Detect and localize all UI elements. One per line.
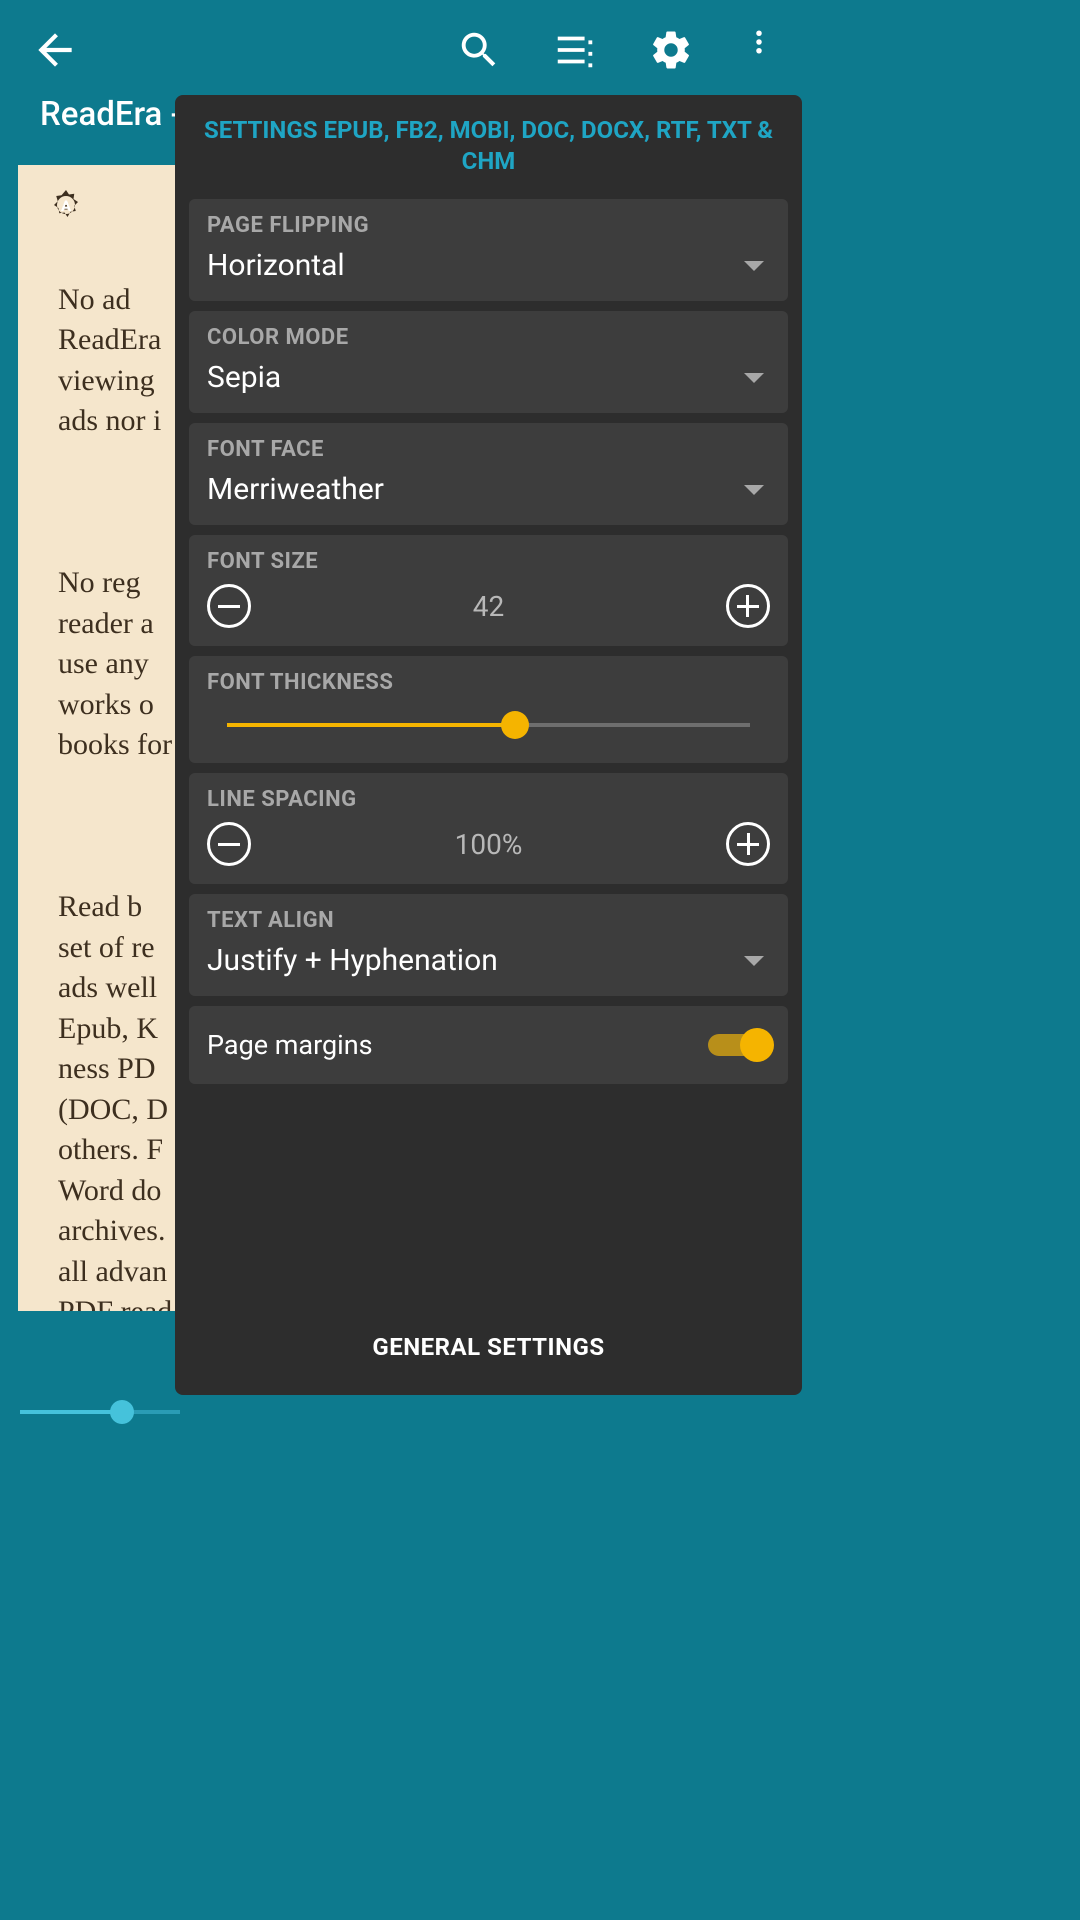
setting-label: TEXT ALIGN: [207, 908, 770, 933]
font-size-decrease[interactable]: [207, 584, 251, 628]
page-flipping-dropdown[interactable]: Horizontal: [207, 248, 770, 283]
dropdown-value: Merriweather: [207, 472, 384, 507]
setting-label: COLOR MODE: [207, 325, 770, 350]
settings-panel: SETTINGS EPUB, FB2, MOBI, DOC, DOCX, RTF…: [175, 95, 802, 1395]
dropdown-value: Justify + Hyphenation: [207, 943, 498, 978]
reading-progress[interactable]: [20, 1410, 180, 1414]
panel-title: SETTINGS EPUB, FB2, MOBI, DOC, DOCX, RTF…: [189, 115, 788, 177]
reader-paragraph: No reg reader a use any works o books fo…: [58, 566, 172, 761]
header-toolbar: [0, 0, 819, 100]
color-mode-row: COLOR MODE Sepia: [189, 311, 788, 413]
line-spacing-increase[interactable]: [726, 822, 770, 866]
gear-icon[interactable]: [648, 27, 694, 73]
line-spacing-decrease[interactable]: [207, 822, 251, 866]
text-align-dropdown[interactable]: Justify + Hyphenation: [207, 943, 770, 978]
line-spacing-row: LINE SPACING 100%: [189, 773, 788, 884]
page-flipping-row: PAGE FLIPPING Horizontal: [189, 199, 788, 301]
color-mode-dropdown[interactable]: Sepia: [207, 360, 770, 395]
font-size-increase[interactable]: [726, 584, 770, 628]
dropdown-value: Sepia: [207, 360, 281, 395]
back-icon[interactable]: [30, 25, 80, 75]
text-align-row: TEXT ALIGN Justify + Hyphenation: [189, 894, 788, 996]
chevron-down-icon: [744, 485, 764, 495]
page-margins-row: Page margins: [189, 1006, 788, 1084]
toc-icon[interactable]: [552, 27, 598, 73]
dropdown-value: Horizontal: [207, 248, 345, 283]
setting-label: LINE SPACING: [207, 787, 770, 812]
font-thickness-slider[interactable]: [227, 705, 750, 745]
font-thickness-row: FONT THICKNESS: [189, 656, 788, 763]
font-size-row: FONT SIZE 42: [189, 535, 788, 646]
search-icon[interactable]: [456, 27, 502, 73]
svg-text:A: A: [61, 197, 72, 215]
reader-paragraph: No ad ReadEra viewing ads nor i: [58, 283, 161, 438]
setting-label: PAGE FLIPPING: [207, 213, 770, 238]
line-spacing-value: 100%: [455, 828, 523, 861]
font-size-value: 42: [473, 590, 504, 623]
page-margins-toggle[interactable]: [708, 1028, 770, 1062]
more-icon[interactable]: [744, 27, 774, 73]
setting-label: FONT SIZE: [207, 549, 770, 574]
general-settings-button[interactable]: GENERAL SETTINGS: [189, 1299, 788, 1395]
chevron-down-icon: [744, 956, 764, 966]
chevron-down-icon: [744, 261, 764, 271]
brightness-icon[interactable]: A: [48, 187, 84, 223]
font-face-row: FONT FACE Merriweather: [189, 423, 788, 525]
setting-label: FONT FACE: [207, 437, 770, 462]
setting-label: FONT THICKNESS: [207, 670, 770, 695]
toggle-label: Page margins: [207, 1029, 373, 1061]
chevron-down-icon: [744, 373, 764, 383]
font-face-dropdown[interactable]: Merriweather: [207, 472, 770, 507]
